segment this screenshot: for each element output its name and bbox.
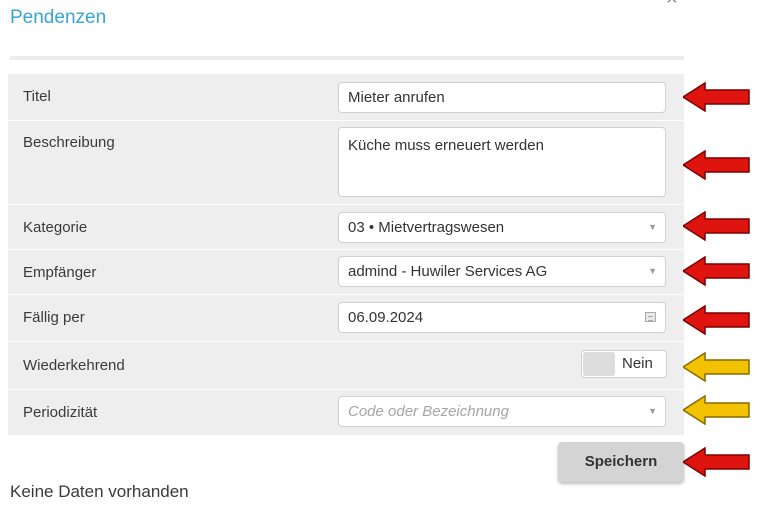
yellow-arrow-icon xyxy=(683,395,750,425)
row-faellig: Fällig per 06.09.2024 xyxy=(8,294,684,342)
row-titel: Titel Mieter anrufen xyxy=(8,74,684,121)
red-arrow-icon xyxy=(683,256,750,286)
row-empfaenger: Empfänger admind - Huwiler Services AG ▼ xyxy=(8,249,684,295)
empfaenger-value: admind - Huwiler Services AG xyxy=(348,263,548,280)
divider xyxy=(10,56,684,60)
yellow-arrow-icon xyxy=(683,352,750,382)
wiederkehrend-toggle[interactable]: Nein xyxy=(581,350,667,378)
kategorie-select[interactable]: 03 • Mietvertragswesen ▼ xyxy=(338,212,666,243)
beschreibung-textarea[interactable]: Küche muss erneuert werden xyxy=(338,127,666,197)
red-arrow-icon xyxy=(683,211,750,241)
label-empfaenger: Empfänger xyxy=(23,264,97,281)
periodizitaet-placeholder: Code oder Bezeichnung xyxy=(348,403,509,420)
row-kategorie: Kategorie 03 • Mietvertragswesen ▼ xyxy=(8,204,684,250)
red-arrow-icon xyxy=(683,82,750,112)
label-wiederkehrend: Wiederkehrend xyxy=(23,357,125,374)
save-button[interactable]: Speichern xyxy=(558,442,684,482)
periodizitaet-select[interactable]: Code oder Bezeichnung ▼ xyxy=(338,396,666,427)
label-periodizitaet: Periodizität xyxy=(23,404,98,421)
red-arrow-icon xyxy=(683,150,750,180)
red-arrow-icon xyxy=(683,447,750,477)
chevron-down-icon: ▼ xyxy=(648,222,657,232)
close-icon[interactable]: × xyxy=(666,0,678,11)
empty-state-message: Keine Daten vorhanden xyxy=(10,482,189,501)
chevron-down-icon: ▼ xyxy=(648,266,657,276)
label-faellig: Fällig per xyxy=(23,309,85,326)
calendar-icon[interactable] xyxy=(645,312,656,322)
empfaenger-select[interactable]: admind - Huwiler Services AG ▼ xyxy=(338,256,666,287)
label-kategorie: Kategorie xyxy=(23,219,88,236)
row-periodizitaet: Periodizität Code oder Bezeichnung ▼ xyxy=(8,389,684,435)
label-titel: Titel xyxy=(23,88,51,105)
label-beschreibung: Beschreibung xyxy=(23,134,115,151)
page-title: Pendenzen xyxy=(10,7,107,28)
chevron-down-icon: ▼ xyxy=(648,406,657,416)
titel-input[interactable]: Mieter anrufen xyxy=(338,82,666,113)
faellig-value: 06.09.2024 xyxy=(348,309,424,326)
row-beschreibung: Beschreibung Küche muss erneuert werden xyxy=(8,120,684,205)
form-panel: Titel Mieter anrufen Beschreibung Küche … xyxy=(8,74,684,435)
toggle-knob xyxy=(583,352,615,376)
toggle-label: Nein xyxy=(622,355,653,372)
red-arrow-icon xyxy=(683,305,750,335)
row-wiederkehrend: Wiederkehrend Nein xyxy=(8,341,684,390)
faellig-date-input[interactable]: 06.09.2024 xyxy=(338,302,666,333)
kategorie-value: 03 • Mietvertragswesen xyxy=(348,219,505,236)
